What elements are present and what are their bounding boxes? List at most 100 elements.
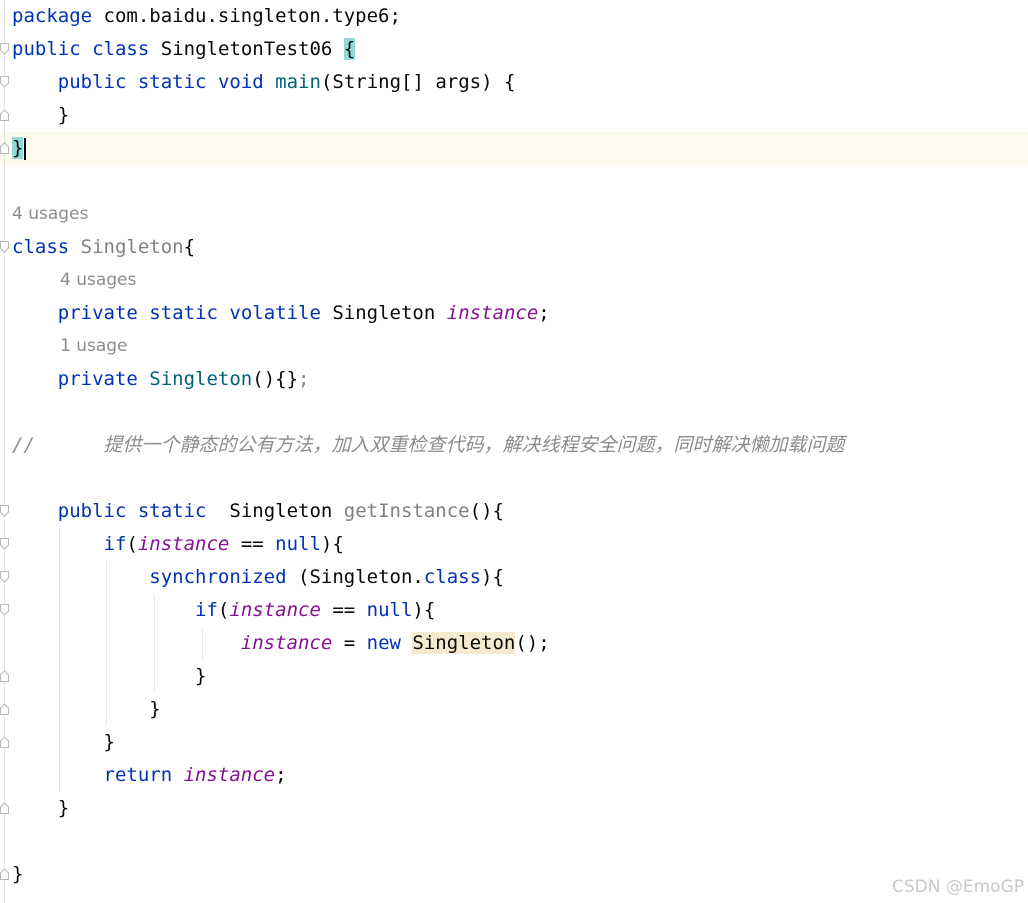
keyword: return (103, 764, 173, 786)
code-text: (Singleton. (286, 566, 424, 588)
code-text: ){ (481, 566, 504, 588)
code-line-assign[interactable]: instance = new Singleton(); (12, 627, 550, 660)
keyword: class (92, 38, 150, 60)
code-line-constructor[interactable]: private Singleton(){}; (12, 363, 310, 396)
code-text: == (320, 599, 367, 621)
code-text: (){} (252, 368, 299, 390)
type-name: Singleton (229, 500, 333, 522)
fold-open-icon[interactable] (0, 505, 9, 517)
keyword: class (12, 236, 70, 258)
keyword: null (366, 599, 413, 621)
code-line-class-decl[interactable]: public class SingletonTest06 { (12, 33, 356, 66)
code-text: } (57, 797, 70, 819)
fold-open-icon[interactable] (0, 241, 9, 253)
code-editor[interactable]: package com.baidu.singleton.type6; publi… (0, 0, 1028, 903)
keyword: private (57, 368, 138, 390)
package-name: com.baidu.singleton.type6; (92, 5, 401, 27)
class-name: Singleton (80, 236, 184, 258)
keyword: public (12, 38, 81, 60)
class-name: SingletonTest06 (160, 38, 333, 60)
code-text: (){ (469, 500, 504, 522)
usages-hint[interactable]: 4 usages (60, 264, 136, 297)
code-text: = (332, 632, 367, 654)
static-field: instance (183, 764, 276, 786)
code-line-package[interactable]: package com.baidu.singleton.type6; (12, 0, 401, 33)
code-text: } (195, 665, 207, 687)
static-field: instance (229, 599, 321, 621)
keyword: if (195, 599, 218, 621)
method-name: main (275, 71, 321, 93)
static-field: instance (240, 632, 333, 654)
fold-close-icon[interactable] (0, 109, 9, 121)
code-line-return[interactable]: return instance; (12, 759, 287, 792)
watermark: CSDN @EmoGP (892, 877, 1024, 897)
code-line-close-brace[interactable]: } (12, 726, 115, 759)
code-text: ; (538, 302, 550, 324)
code-line-close-brace[interactable]: } (12, 99, 69, 132)
code-line-if-outer[interactable]: if(instance == null){ (12, 528, 344, 561)
static-field: instance (446, 302, 539, 324)
text-caret (24, 137, 27, 160)
current-line-highlight (0, 132, 1028, 165)
code-line-close-brace[interactable]: } (12, 792, 69, 825)
keyword: null (275, 533, 321, 555)
code-line-get-instance[interactable]: public static Singleton getInstance(){ (12, 495, 504, 528)
code-line-field[interactable]: private static volatile Singleton instan… (12, 297, 550, 330)
code-text: ; (275, 764, 287, 786)
keyword: static (137, 71, 207, 93)
code-line-close-brace[interactable]: } (12, 858, 23, 891)
code-line-synchronized[interactable]: synchronized (Singleton.class){ (12, 561, 504, 594)
unused-semicolon: ; (298, 368, 310, 390)
code-text: { (183, 236, 196, 258)
code-text: ( (217, 599, 230, 621)
fold-close-icon[interactable] (0, 703, 9, 715)
matched-brace: { (343, 38, 356, 60)
fold-close-icon[interactable] (0, 670, 9, 682)
fold-close-icon[interactable] (0, 736, 9, 748)
code-text: } (57, 104, 70, 126)
code-text: ){ (320, 533, 344, 555)
fold-close-icon[interactable] (0, 802, 9, 814)
static-field: instance (137, 533, 230, 555)
keyword: synchronized (149, 566, 287, 588)
keyword: package (12, 5, 93, 27)
keyword: new (366, 632, 401, 654)
fold-open-icon[interactable] (0, 538, 9, 550)
code-text: ){ (412, 599, 436, 621)
usages-hint[interactable]: 4 usages (12, 198, 88, 231)
keyword: if (103, 533, 127, 555)
code-line-comment[interactable]: // 提供一个静态的公有方法，加入双重检查代码，解决线程安全问题，同时解决懒加载… (12, 429, 845, 462)
code-line-if-inner[interactable]: if(instance == null){ (12, 594, 435, 627)
keyword: class (423, 566, 482, 588)
fold-open-icon[interactable] (0, 604, 9, 616)
code-line-class-singleton[interactable]: class Singleton{ (12, 231, 195, 264)
highlighted-identifier: Singleton (412, 632, 516, 654)
keyword: static (149, 302, 218, 324)
code-text: } (103, 731, 115, 753)
keyword: void (217, 71, 264, 93)
code-line-close-brace[interactable]: } (12, 132, 27, 165)
code-line-close-brace[interactable]: } (12, 693, 161, 726)
fold-close-icon[interactable] (0, 142, 9, 154)
code-text: } (12, 863, 24, 885)
code-text: (); (515, 632, 550, 654)
code-line-main[interactable]: public static void main(String[] args) { (12, 66, 516, 99)
usages-hint[interactable]: 1 usage (60, 330, 128, 363)
keyword: volatile (229, 302, 321, 324)
fold-open-icon[interactable] (0, 43, 9, 55)
fold-open-icon[interactable] (0, 571, 9, 583)
keyword: public (57, 500, 127, 522)
code-text: (String[] args) { (320, 71, 516, 93)
keyword: public (57, 71, 127, 93)
keyword: static (137, 500, 207, 522)
method-name: getInstance (343, 500, 470, 522)
code-text: == (229, 533, 276, 555)
constructor-name: Singleton (149, 368, 253, 390)
matched-brace: } (12, 137, 24, 159)
fold-close-icon[interactable] (0, 868, 9, 880)
code-text: } (149, 698, 161, 720)
code-text: ( (126, 533, 138, 555)
fold-open-icon[interactable] (0, 76, 9, 88)
keyword: private (57, 302, 138, 324)
code-line-close-brace[interactable]: } (12, 660, 206, 693)
